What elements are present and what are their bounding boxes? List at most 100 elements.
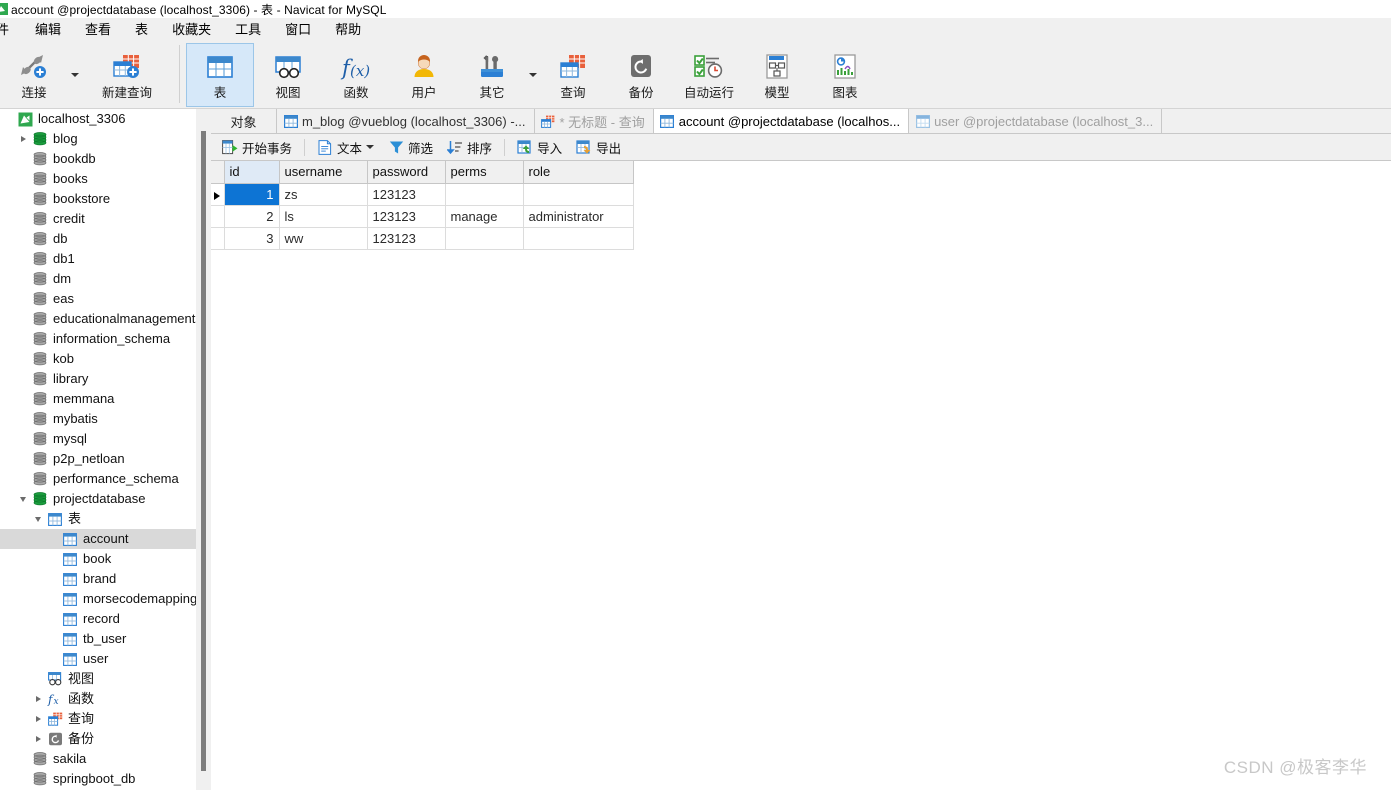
toolbar-user[interactable]: 用户	[390, 43, 458, 107]
tab-user[interactable]: user @projectdatabase (localhost_3...	[909, 109, 1163, 133]
tree-node-springboot_db[interactable]: springboot_db	[0, 769, 211, 789]
grid-column-header-password[interactable]: password	[367, 161, 446, 184]
chevron-down-icon[interactable]	[15, 489, 31, 509]
tree-node--[interactable]: 备份	[0, 729, 211, 749]
toolbar-chart[interactable]: 图表	[811, 43, 879, 107]
tree-node-localhost_3306[interactable]: localhost_3306	[0, 109, 211, 129]
object-tab[interactable]: 对象	[211, 109, 277, 133]
grid-cell-password[interactable]: 123123	[367, 205, 446, 228]
grid-cell-password[interactable]: 123123	[367, 183, 446, 206]
tree-node-educationalmanagementsystem[interactable]: educationalmanagementsystem	[0, 309, 211, 329]
toolbar-connection[interactable]: 连接	[0, 43, 68, 107]
tree-node-db1[interactable]: db1	[0, 249, 211, 269]
sidebar-scrollbar-track[interactable]	[196, 109, 211, 790]
toolbar-backup[interactable]: 备份	[607, 43, 675, 107]
text-button[interactable]: 文本	[310, 136, 381, 158]
toolbar-model[interactable]: 模型	[743, 43, 811, 107]
table-row[interactable]: 3 ww 123123	[211, 227, 634, 250]
chevron-down-icon[interactable]	[30, 509, 46, 529]
chevron-right-icon[interactable]	[15, 129, 31, 149]
grid-column-header-username[interactable]: username	[279, 161, 368, 184]
menu-help[interactable]: 帮助	[323, 17, 373, 40]
grid-cell-username[interactable]: ww	[279, 227, 368, 250]
tree-node--[interactable]: 表	[0, 509, 211, 529]
toolbar-query[interactable]: 查询	[539, 43, 607, 107]
toolbar-function[interactable]: f (x) 函数	[322, 43, 390, 107]
menu-tools[interactable]: 工具	[223, 17, 273, 40]
tree-node-dm[interactable]: dm	[0, 269, 211, 289]
row-marker[interactable]	[211, 183, 225, 206]
menu-file[interactable]: 件	[0, 17, 23, 40]
grid-column-header-perms[interactable]: perms	[445, 161, 524, 184]
toolbar-table[interactable]: 表	[186, 43, 254, 107]
row-marker[interactable]	[211, 227, 225, 250]
menu-favorites[interactable]: 收藏夹	[160, 17, 223, 40]
export-button[interactable]: 导出	[569, 136, 628, 158]
filter-button[interactable]: 筛选	[381, 136, 440, 158]
grid-cell-username[interactable]: zs	[279, 183, 368, 206]
grid-column-header-id[interactable]: id	[224, 161, 280, 184]
tree-node-credit[interactable]: credit	[0, 209, 211, 229]
menu-edit[interactable]: 编辑	[23, 17, 73, 40]
menu-view[interactable]: 查看	[73, 17, 123, 40]
toolbar-connection-caret[interactable]	[68, 43, 81, 107]
chevron-right-icon[interactable]	[30, 729, 46, 749]
menu-window[interactable]: 窗口	[273, 17, 323, 40]
table-row[interactable]: 1 zs 123123	[211, 183, 634, 206]
tree-node--[interactable]: 查询	[0, 709, 211, 729]
sidebar-scrollbar-thumb[interactable]	[201, 131, 206, 771]
tree-node-memmana[interactable]: memmana	[0, 389, 211, 409]
tree-node-bookstore[interactable]: bookstore	[0, 189, 211, 209]
tree-node-book[interactable]: book	[0, 549, 211, 569]
tree-node-mybatis[interactable]: mybatis	[0, 409, 211, 429]
chevron-right-icon[interactable]	[30, 709, 46, 729]
tree-node-tb_user[interactable]: tb_user	[0, 629, 211, 649]
tree-node-mysql[interactable]: mysql	[0, 429, 211, 449]
toolbar-other-caret[interactable]	[526, 43, 539, 107]
grid-cell-role[interactable]	[523, 227, 634, 250]
grid-cell-username[interactable]: ls	[279, 205, 368, 228]
chevron-right-icon[interactable]	[30, 689, 46, 709]
tree-node-morsecodemappingtable[interactable]: morsecodemappingtable	[0, 589, 211, 609]
toolbar-other[interactable]: 其它	[458, 43, 526, 107]
tree-node-eas[interactable]: eas	[0, 289, 211, 309]
grid-cell-role[interactable]: administrator	[523, 205, 634, 228]
tree-node-projectdatabase[interactable]: projectdatabase	[0, 489, 211, 509]
table-row[interactable]: 2 ls 123123 manage administrator	[211, 205, 634, 228]
tab-untitled-query[interactable]: * 无标题 - 查询	[534, 109, 654, 133]
toolbar-new-query[interactable]: 新建查询	[81, 43, 173, 107]
grid-cell-perms[interactable]: manage	[445, 205, 524, 228]
row-marker[interactable]	[211, 205, 225, 228]
grid-cell-id[interactable]: 1	[224, 183, 280, 206]
grid-cell-role[interactable]	[523, 183, 634, 206]
grid-column-header-role[interactable]: role	[523, 161, 634, 184]
tree-node-books[interactable]: books	[0, 169, 211, 189]
tree-node-library[interactable]: library	[0, 369, 211, 389]
grid-cell-id[interactable]: 2	[224, 205, 280, 228]
sort-button[interactable]: 排序	[440, 136, 499, 158]
begin-transaction-button[interactable]: 开始事务	[215, 136, 299, 158]
toolbar-view[interactable]: 视图	[254, 43, 322, 107]
tab-account[interactable]: account @projectdatabase (localhos...	[653, 109, 910, 133]
tree-node-information_schema[interactable]: information_schema	[0, 329, 211, 349]
tree-node-p2p_netloan[interactable]: p2p_netloan	[0, 449, 211, 469]
tree-node-kob[interactable]: kob	[0, 349, 211, 369]
tree-node-db[interactable]: db	[0, 229, 211, 249]
tree-node-performance_schema[interactable]: performance_schema	[0, 469, 211, 489]
grid-cell-id[interactable]: 3	[224, 227, 280, 250]
tab-m-blog[interactable]: m_blog @vueblog (localhost_3306) -...	[277, 109, 535, 133]
grid-cell-perms[interactable]	[445, 227, 524, 250]
import-button[interactable]: 导入	[510, 136, 569, 158]
tree-node-bookdb[interactable]: bookdb	[0, 149, 211, 169]
grid-cell-password[interactable]: 123123	[367, 227, 446, 250]
tree-node-user[interactable]: user	[0, 649, 211, 669]
tree-node-blog[interactable]: blog	[0, 129, 211, 149]
tree-node-sakila[interactable]: sakila	[0, 749, 211, 769]
tree-node--[interactable]: f x 函数	[0, 689, 211, 709]
tree-node-brand[interactable]: brand	[0, 569, 211, 589]
tree-node-account[interactable]: account	[0, 529, 211, 549]
menu-table[interactable]: 表	[123, 17, 160, 40]
tree-node-record[interactable]: record	[0, 609, 211, 629]
toolbar-automation[interactable]: 自动运行	[675, 43, 743, 107]
grid-cell-perms[interactable]	[445, 183, 524, 206]
